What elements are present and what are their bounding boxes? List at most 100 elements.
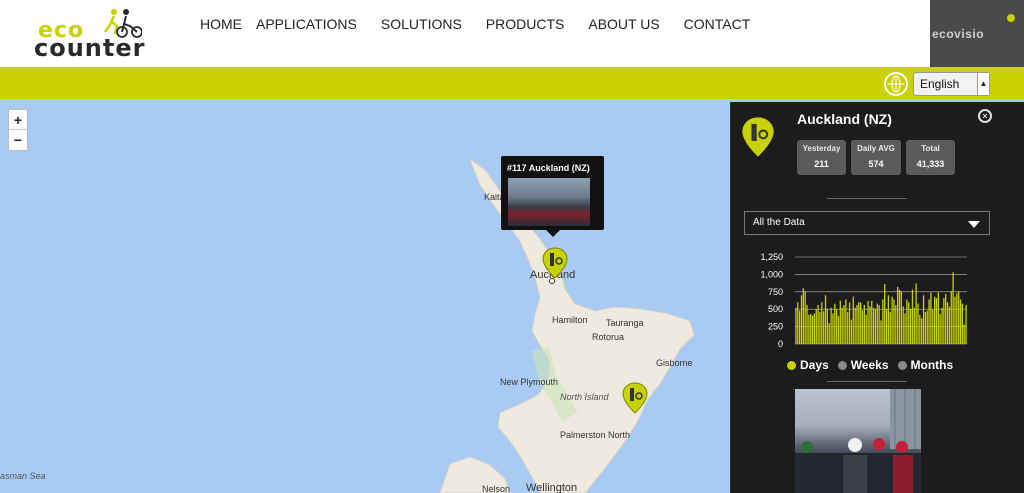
chart-bar[interactable]	[837, 316, 840, 344]
chart-bar[interactable]	[941, 307, 943, 344]
chart-bar[interactable]	[933, 296, 936, 344]
chart-bar[interactable]	[932, 309, 934, 344]
chart-bar[interactable]	[808, 314, 810, 344]
chart-bar[interactable]	[795, 307, 797, 344]
close-icon[interactable]: ×	[978, 109, 992, 123]
ecovisio-button[interactable]: ecovisio	[930, 0, 1024, 67]
chart-bar[interactable]	[797, 302, 799, 344]
chart-bar[interactable]	[826, 308, 829, 345]
chart-bar[interactable]	[856, 305, 858, 344]
chart-bar[interactable]	[963, 324, 965, 344]
chart-bar[interactable]	[876, 303, 878, 344]
chart-bar[interactable]	[858, 302, 860, 344]
chart-bar[interactable]	[835, 309, 838, 344]
chart-bar[interactable]	[863, 305, 865, 344]
chart-bar[interactable]	[841, 307, 843, 344]
chart-bar[interactable]	[945, 293, 947, 344]
chart-bar[interactable]	[887, 295, 890, 344]
chart-bar[interactable]	[906, 299, 908, 344]
chart-bar[interactable]	[869, 306, 871, 344]
chart-bar[interactable]	[895, 305, 897, 344]
chart-bar[interactable]	[828, 323, 830, 344]
chart-bar[interactable]	[913, 307, 915, 344]
chart-bar[interactable]	[852, 296, 854, 344]
chart-bar[interactable]	[854, 307, 856, 344]
chart-bar[interactable]	[958, 291, 960, 344]
chart-bar[interactable]	[919, 314, 921, 344]
chart-bar[interactable]	[867, 300, 869, 344]
chart-bar[interactable]	[880, 320, 882, 344]
chart-bar[interactable]	[800, 295, 803, 344]
chart-bar[interactable]	[845, 299, 847, 344]
zoom-in-button[interactable]: +	[9, 110, 27, 130]
chart-bar[interactable]	[954, 296, 956, 344]
chart-bar[interactable]	[810, 314, 812, 344]
map-view[interactable]: + − Kaita Auckland Hamilton Tauranga Rot…	[0, 99, 730, 493]
legend-months[interactable]: Months	[897, 358, 953, 372]
chart-bar[interactable]	[871, 300, 873, 344]
chart-bar[interactable]	[922, 295, 925, 344]
chart-bar[interactable]	[950, 291, 952, 344]
chart-bar[interactable]	[897, 286, 899, 344]
chart-bar[interactable]	[823, 311, 825, 344]
chart-bar[interactable]	[946, 302, 949, 344]
chart-bar[interactable]	[935, 298, 938, 344]
chart-bar[interactable]	[921, 318, 923, 344]
chart-bar[interactable]	[843, 305, 845, 344]
chart-bar[interactable]	[832, 313, 834, 344]
nav-solutions[interactable]: SOLUTIONS	[381, 16, 462, 32]
chart-bar[interactable]	[850, 319, 853, 344]
chart-bar[interactable]	[904, 313, 906, 344]
chart-bar[interactable]	[902, 306, 904, 344]
chart-bar[interactable]	[839, 300, 841, 344]
chart-bar[interactable]	[821, 302, 823, 344]
chart-bar[interactable]	[882, 299, 884, 344]
counter-pin-auckland-icon[interactable]	[542, 247, 568, 279]
chart-bar[interactable]	[943, 298, 945, 344]
chart-bar[interactable]	[819, 311, 821, 344]
chart-bar[interactable]	[909, 309, 912, 344]
chart-bar[interactable]	[806, 305, 808, 344]
chart-bar[interactable]	[847, 311, 849, 344]
chart-bar[interactable]	[898, 289, 901, 344]
zoom-out-button[interactable]: −	[9, 130, 27, 150]
chart-bar[interactable]	[860, 302, 862, 344]
chart-bar[interactable]	[893, 299, 895, 344]
chart-bar[interactable]	[884, 284, 886, 344]
chart-bar[interactable]	[948, 306, 951, 344]
nav-contact[interactable]: CONTACT	[684, 16, 751, 32]
nav-applications[interactable]: APPLICATIONS	[256, 16, 357, 32]
chart-bar[interactable]	[926, 310, 928, 344]
chart-bar[interactable]	[798, 310, 801, 344]
chart-bar[interactable]	[824, 295, 827, 344]
nav-products[interactable]: PRODUCTS	[486, 16, 565, 32]
chart-bar[interactable]	[908, 302, 910, 344]
chart-bar[interactable]	[937, 292, 939, 345]
chart-bar[interactable]	[811, 315, 814, 344]
chart-bar[interactable]	[952, 272, 954, 344]
nav-home[interactable]: HOME	[200, 16, 242, 32]
chart-bar[interactable]	[817, 305, 819, 344]
chart-bar[interactable]	[959, 299, 962, 344]
counter-pin-napier-icon[interactable]	[622, 382, 648, 414]
chart-bar[interactable]	[924, 311, 927, 344]
chart-bar[interactable]	[928, 299, 930, 344]
chart-bar[interactable]	[900, 291, 902, 344]
chart-bar[interactable]	[891, 296, 893, 344]
chart-bar[interactable]	[885, 309, 888, 344]
chart-bar[interactable]	[911, 289, 914, 344]
legend-days[interactable]: Days	[787, 358, 829, 372]
chart-bar[interactable]	[813, 313, 816, 344]
chart-bar[interactable]	[930, 292, 932, 345]
nav-about-us[interactable]: ABOUT US	[588, 16, 659, 32]
chart-bar[interactable]	[872, 307, 875, 344]
chart-bar[interactable]	[915, 283, 917, 344]
chart-bar[interactable]	[874, 309, 877, 344]
chart-bar[interactable]	[802, 288, 804, 344]
chart-bar[interactable]	[848, 302, 851, 344]
chart-bar[interactable]	[889, 311, 891, 344]
chart-bar[interactable]	[804, 291, 806, 344]
language-select[interactable]: English ▲	[913, 72, 990, 96]
chart-bar[interactable]	[878, 305, 880, 344]
chart-bar[interactable]	[917, 303, 919, 344]
